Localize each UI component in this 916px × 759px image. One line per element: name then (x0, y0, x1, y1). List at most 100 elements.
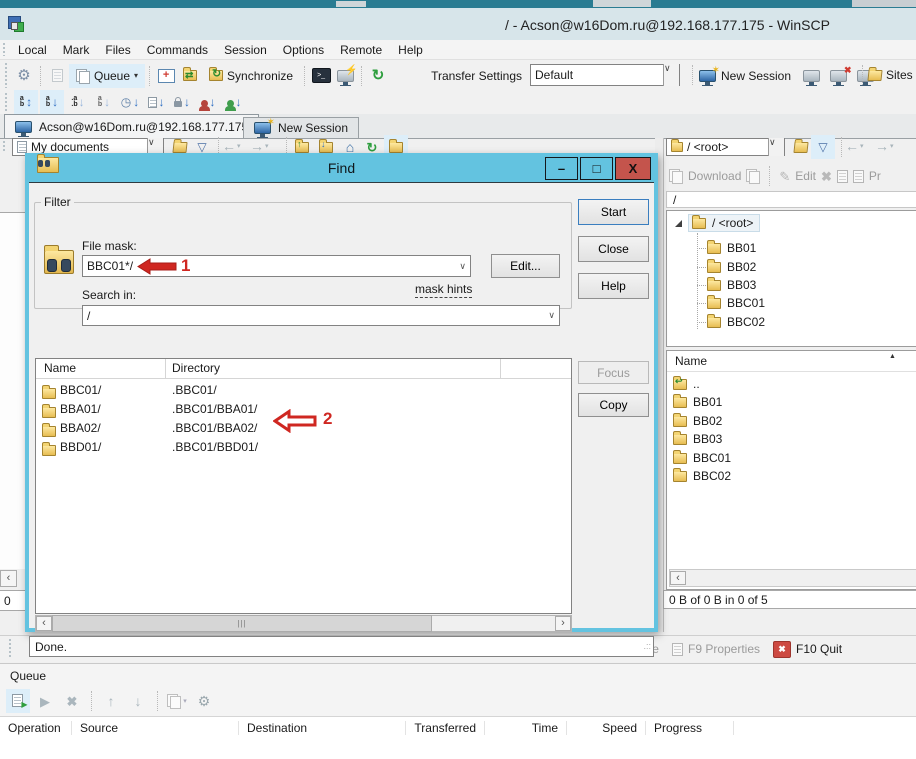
tree-root-selection[interactable]: / <root> (688, 214, 760, 232)
queue-col-operation[interactable]: Operation (0, 721, 72, 735)
sort-toolbar-grip[interactable] (4, 93, 7, 111)
queue-resume-button[interactable] (33, 689, 57, 713)
f10-quit-button[interactable]: F10 Quit (773, 641, 842, 658)
resize-grip-icon[interactable] (643, 642, 651, 651)
transfer-settings-combo[interactable]: Default (530, 64, 680, 86)
queue-preferences-button[interactable] (192, 689, 216, 713)
results-name-column-header[interactable]: Name (44, 361, 76, 375)
search-in-combo[interactable]: / (82, 305, 560, 326)
remote-open-directory-button[interactable] (789, 135, 813, 159)
list-item[interactable]: BB01 (667, 393, 916, 411)
maximize-button[interactable]: □ (580, 157, 613, 180)
close-button[interactable]: X (615, 157, 651, 180)
tree-expanded-icon[interactable] (675, 220, 682, 227)
queue-col-source[interactable]: Source (72, 721, 239, 735)
chevron-down-icon[interactable] (663, 64, 679, 86)
menu-mark[interactable]: Mark (55, 43, 98, 57)
scrollbar-thumb[interactable]: ||| (52, 615, 432, 632)
tree-item[interactable]: BB01 (667, 239, 916, 257)
rename-icon[interactable] (837, 170, 848, 183)
properties-button[interactable]: Pr (869, 169, 881, 183)
sort-ascending-button[interactable] (40, 90, 64, 114)
sort-by-size-button[interactable] (144, 90, 168, 114)
queue-operations-button[interactable] (165, 689, 189, 713)
remote-hscrollbar[interactable] (669, 569, 916, 587)
queue-col-transferred[interactable]: Transferred (406, 721, 485, 735)
queue-col-time[interactable]: Time (485, 721, 567, 735)
preferences-button[interactable] (12, 64, 36, 88)
mask-hints-link[interactable]: mask hints (415, 282, 472, 298)
results-hscrollbar[interactable]: ||| (35, 615, 572, 632)
list-item[interactable]: BBC02 (667, 467, 916, 485)
sites-button[interactable]: Sites (863, 63, 916, 87)
queue-move-down-button[interactable] (126, 689, 150, 713)
tree-root-row[interactable]: / <root> (667, 214, 916, 232)
queue-col-progress[interactable]: Progress (646, 721, 734, 735)
fkey-bar-grip[interactable] (8, 639, 11, 659)
sort-by-name-button[interactable] (14, 90, 38, 114)
close-session-button[interactable]: ✖ (826, 64, 850, 88)
menu-commands[interactable]: Commands (139, 43, 216, 57)
edit-mask-button[interactable]: Edit... (491, 254, 560, 278)
properties-icon[interactable] (853, 170, 864, 183)
remote-list-header[interactable]: Name ▲ (667, 351, 916, 372)
list-item[interactable]: BBC01 (667, 449, 916, 467)
list-item[interactable]: BB02 (667, 412, 916, 430)
tree-item[interactable]: BB02 (667, 258, 916, 276)
local-toolbar-grip[interactable] (2, 141, 5, 153)
remote-path-combo[interactable]: / <root> (666, 138, 785, 156)
results-directory-column-header[interactable]: Directory (172, 361, 220, 375)
menu-help[interactable]: Help (390, 43, 431, 57)
list-item[interactable]: ↩.. (667, 375, 916, 393)
delete-icon[interactable] (821, 170, 832, 183)
chevron-down-icon[interactable] (768, 138, 784, 156)
download-button[interactable]: Download (688, 169, 741, 183)
copy-button[interactable]: Copy (578, 393, 649, 417)
scroll-right-button[interactable] (555, 616, 571, 631)
f9-properties-button[interactable]: F9 Properties (672, 642, 760, 656)
queue-delete-button[interactable] (60, 689, 84, 713)
local-back-button[interactable] (222, 139, 241, 153)
sort-by-rights-button[interactable] (170, 90, 194, 114)
queue-col-destination[interactable]: Destination (239, 721, 406, 735)
queue-move-up-button[interactable] (99, 689, 123, 713)
scroll-left-button[interactable] (670, 571, 686, 585)
edit-button[interactable]: Edit (795, 169, 816, 183)
tree-item[interactable]: BBC02 (667, 313, 916, 331)
remote-back-button[interactable] (845, 139, 864, 153)
minimize-button[interactable]: – (545, 157, 578, 180)
chevron-down-icon[interactable] (459, 262, 466, 271)
sort-by-modified-button[interactable] (118, 90, 142, 114)
close-find-button[interactable]: Close (578, 236, 649, 262)
queue-col-speed[interactable]: Speed (567, 721, 646, 735)
menu-remote[interactable]: Remote (332, 43, 390, 57)
sort-by-owner-button[interactable] (196, 90, 220, 114)
synchronize-browsing-button[interactable] (178, 64, 202, 88)
sort-by-type-button[interactable] (92, 90, 116, 114)
synchronize-button[interactable]: Synchronize (202, 64, 300, 88)
list-item[interactable]: BB03 (667, 430, 916, 448)
sort-by-group-button[interactable] (222, 90, 246, 114)
column-separator[interactable] (165, 359, 166, 378)
start-button[interactable]: Start (578, 199, 649, 225)
menu-options[interactable]: Options (275, 43, 332, 57)
menu-local[interactable]: Local (10, 43, 55, 57)
refresh-button[interactable] (366, 64, 390, 88)
focus-button[interactable]: Focus (578, 361, 649, 384)
new-session-button[interactable]: ✶ New Session (694, 64, 796, 88)
tab-active-session[interactable]: Acson@w16Dom.ru@192.168.177.175 (4, 114, 259, 138)
help-button[interactable]: Help (578, 273, 649, 299)
menu-files[interactable]: Files (97, 43, 138, 57)
remote-forward-button[interactable] (875, 139, 894, 153)
tree-item[interactable]: BB03 (667, 276, 916, 294)
menu-session[interactable]: Session (216, 43, 275, 57)
chevron-down-icon[interactable] (548, 311, 555, 320)
menubar-grip[interactable] (2, 43, 5, 56)
console-commands-button[interactable]: ⚡ (333, 64, 357, 88)
compare-directories-button[interactable] (154, 64, 178, 88)
local-forward-button[interactable] (250, 139, 269, 153)
open-terminal-button[interactable] (309, 64, 333, 88)
titlebar[interactable]: / - Acson@w16Dom.ru@192.168.177.175 - Wi… (0, 8, 916, 41)
local-hscroll-left-button[interactable] (0, 570, 17, 587)
find-dialog-titlebar[interactable]: Find – □ X (25, 153, 658, 182)
